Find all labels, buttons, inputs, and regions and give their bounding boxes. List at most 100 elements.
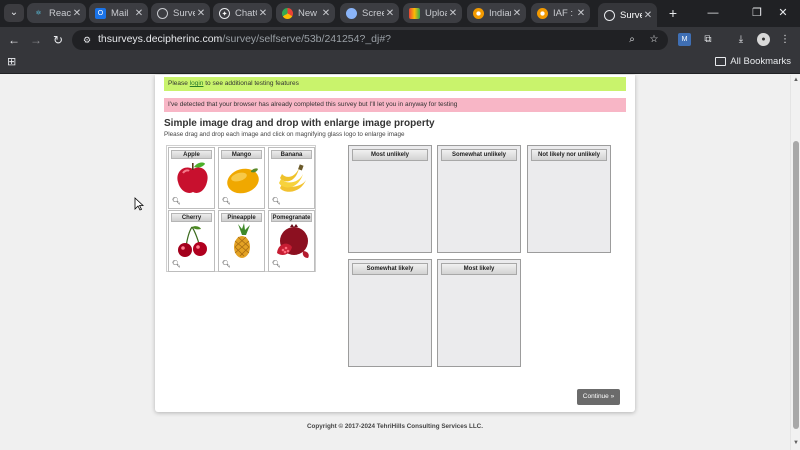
tab-chatgpt[interactable]: ✦ ChatG ✕ (213, 3, 272, 23)
download-icon[interactable]: ⤓ (733, 32, 749, 48)
scroll-down-arrow-icon[interactable]: ▼ (792, 440, 800, 446)
drag-item-apple[interactable]: Apple 🔍︎ (168, 147, 215, 209)
bucket-most-unlikely[interactable]: Most unlikely (348, 145, 432, 253)
tab-label: React (49, 7, 71, 19)
tab-screen[interactable]: Screen ✕ (340, 3, 399, 23)
question-title: Simple image drag and drop with enlarge … (164, 118, 435, 129)
tab-react[interactable]: ⚛ React ✕ (27, 3, 86, 23)
copyright-footer: Copyright © 2017-2024 TehriHills Consult… (307, 423, 483, 430)
all-bookmarks-button[interactable]: All Bookmarks (715, 56, 791, 67)
globe-icon (604, 9, 615, 21)
tab-label: Indian (489, 7, 511, 19)
item-label: Cherry (171, 213, 212, 222)
magnifier-icon[interactable]: 🔍︎ (172, 261, 181, 269)
close-icon[interactable]: ✕ (71, 8, 83, 19)
forward-button[interactable]: → (27, 31, 45, 49)
tab-label: Screen (362, 7, 384, 19)
bucket-most-likely[interactable]: Most likely (437, 259, 521, 367)
menu-kebab-icon[interactable]: ⋮ (777, 32, 793, 48)
extensions-puzzle-icon[interactable]: ⧉ (700, 32, 716, 48)
bucket-somewhat-unlikely[interactable]: Somewhat unlikely (437, 145, 521, 253)
drag-item-pomegranate[interactable]: Pomegranate 🔍︎ (268, 210, 315, 272)
close-window-button[interactable]: ✕ (775, 5, 791, 21)
bookmark-star-icon[interactable]: ☆ (647, 33, 661, 47)
bucket-somewhat-likely[interactable]: Somewhat likely (348, 259, 432, 367)
item-label: Mango (221, 150, 262, 159)
outlook-icon: O (95, 7, 106, 19)
tab-survey-1[interactable]: Surve ✕ (151, 3, 210, 23)
item-label: Apple (171, 150, 212, 159)
tab-iaf[interactable]: IAF : I ✕ (531, 3, 590, 23)
tab-strip: ⌄ ⚛ React ✕ O Mail ✕ Surve ✕ ✦ ChatG ✕ N… (0, 0, 800, 27)
bucket-not-likely-nor-unlikely[interactable]: Not likely nor unlikely (527, 145, 611, 253)
tab-indian[interactable]: Indian ✕ (467, 3, 526, 23)
tab-label: Surve (620, 9, 642, 21)
drag-item-cherry[interactable]: Cherry 🔍︎ (168, 210, 215, 272)
login-link[interactable]: login (190, 80, 204, 87)
drag-item-banana[interactable]: Banana 🔍︎ (268, 147, 315, 209)
upload-icon (409, 7, 420, 19)
magnifier-icon[interactable]: 🔍︎ (222, 198, 231, 206)
mango-image (227, 168, 259, 194)
extension-icon[interactable]: M (678, 33, 691, 46)
magnifier-icon[interactable]: 🔍︎ (272, 198, 281, 206)
magnifier-icon[interactable]: 🔍︎ (222, 261, 231, 269)
banana-image (279, 164, 306, 192)
close-icon[interactable]: ✕ (320, 8, 332, 19)
close-icon[interactable]: ✕ (642, 10, 654, 21)
react-icon: ⚛ (35, 9, 42, 17)
magnifier-icon[interactable]: 🔍︎ (172, 198, 181, 206)
completed-warning: I've detected that your browser has alre… (164, 98, 626, 112)
tab-search-button[interactable]: ⌄ (4, 4, 24, 22)
tab-label: Surve (173, 7, 195, 19)
chrome-icon (282, 7, 293, 19)
tab-upload[interactable]: Uploa ✕ (403, 3, 462, 23)
address-bar[interactable]: ⚙ thsurveys.decipherinc.com/survey/selfs… (72, 30, 668, 50)
new-tab-button[interactable]: + (664, 4, 682, 22)
tab-new[interactable]: New I ✕ (276, 3, 335, 23)
browser-toolbar: ← → ↻ ⚙ thsurveys.decipherinc.com/survey… (0, 27, 800, 52)
reload-button[interactable]: ↻ (49, 31, 67, 49)
bucket-label: Not likely nor unlikely (531, 149, 607, 161)
close-icon[interactable]: ✕ (133, 8, 145, 19)
item-label: Banana (271, 150, 312, 159)
back-button[interactable]: ← (5, 31, 23, 49)
cherry-image (178, 226, 207, 257)
site-info-icon[interactable]: ⚙ (81, 34, 93, 46)
magnifier-icon[interactable]: 🔍︎ (272, 261, 281, 269)
close-icon[interactable]: ✕ (257, 8, 269, 19)
globe-icon (157, 7, 168, 19)
continue-button[interactable]: Continue » (577, 389, 620, 405)
scroll-up-arrow-icon[interactable]: ▲ (792, 77, 800, 83)
bucket-label: Somewhat likely (352, 263, 428, 275)
close-icon[interactable]: ✕ (384, 8, 396, 19)
survey-card: Please login to see additional testing f… (155, 75, 635, 412)
restore-button[interactable]: ❐ (749, 5, 765, 21)
tab-label: Mail (111, 7, 129, 19)
bucket-label: Most unlikely (352, 149, 428, 161)
pineapple-image (234, 223, 250, 258)
item-label: Pineapple (221, 213, 262, 222)
close-icon[interactable]: ✕ (511, 8, 523, 19)
close-icon[interactable]: ✕ (447, 8, 459, 19)
minimize-button[interactable]: — (705, 5, 721, 21)
tab-survey-active[interactable]: Surve ✕ (598, 3, 657, 27)
tab-label: Uploa (425, 7, 447, 19)
vertical-scrollbar[interactable]: ▲ ▼ (790, 75, 800, 450)
tab-label: ChatG (235, 7, 257, 19)
mouse-cursor-icon (134, 197, 144, 211)
item-pool: Apple 🔍︎ Mango 🔍︎ Banana 🔍︎ Cherry 🔍︎ Pi… (166, 145, 316, 272)
chatgpt-icon: ✦ (219, 7, 230, 19)
zoom-icon[interactable]: ⌕ (625, 33, 639, 47)
all-bookmarks-label: All Bookmarks (730, 56, 791, 67)
drag-item-mango[interactable]: Mango 🔍︎ (218, 147, 265, 209)
screencast-icon (346, 7, 357, 19)
drag-item-pineapple[interactable]: Pineapple 🔍︎ (218, 210, 265, 272)
close-icon[interactable]: ✕ (575, 8, 587, 19)
close-icon[interactable]: ✕ (195, 8, 207, 19)
scrollbar-thumb[interactable] (793, 141, 799, 429)
tab-mail[interactable]: O Mail ✕ (89, 3, 148, 23)
apps-grid-icon[interactable]: ⊞ (7, 56, 19, 68)
profile-avatar[interactable]: ● (757, 33, 770, 46)
iaf-icon (537, 7, 548, 19)
